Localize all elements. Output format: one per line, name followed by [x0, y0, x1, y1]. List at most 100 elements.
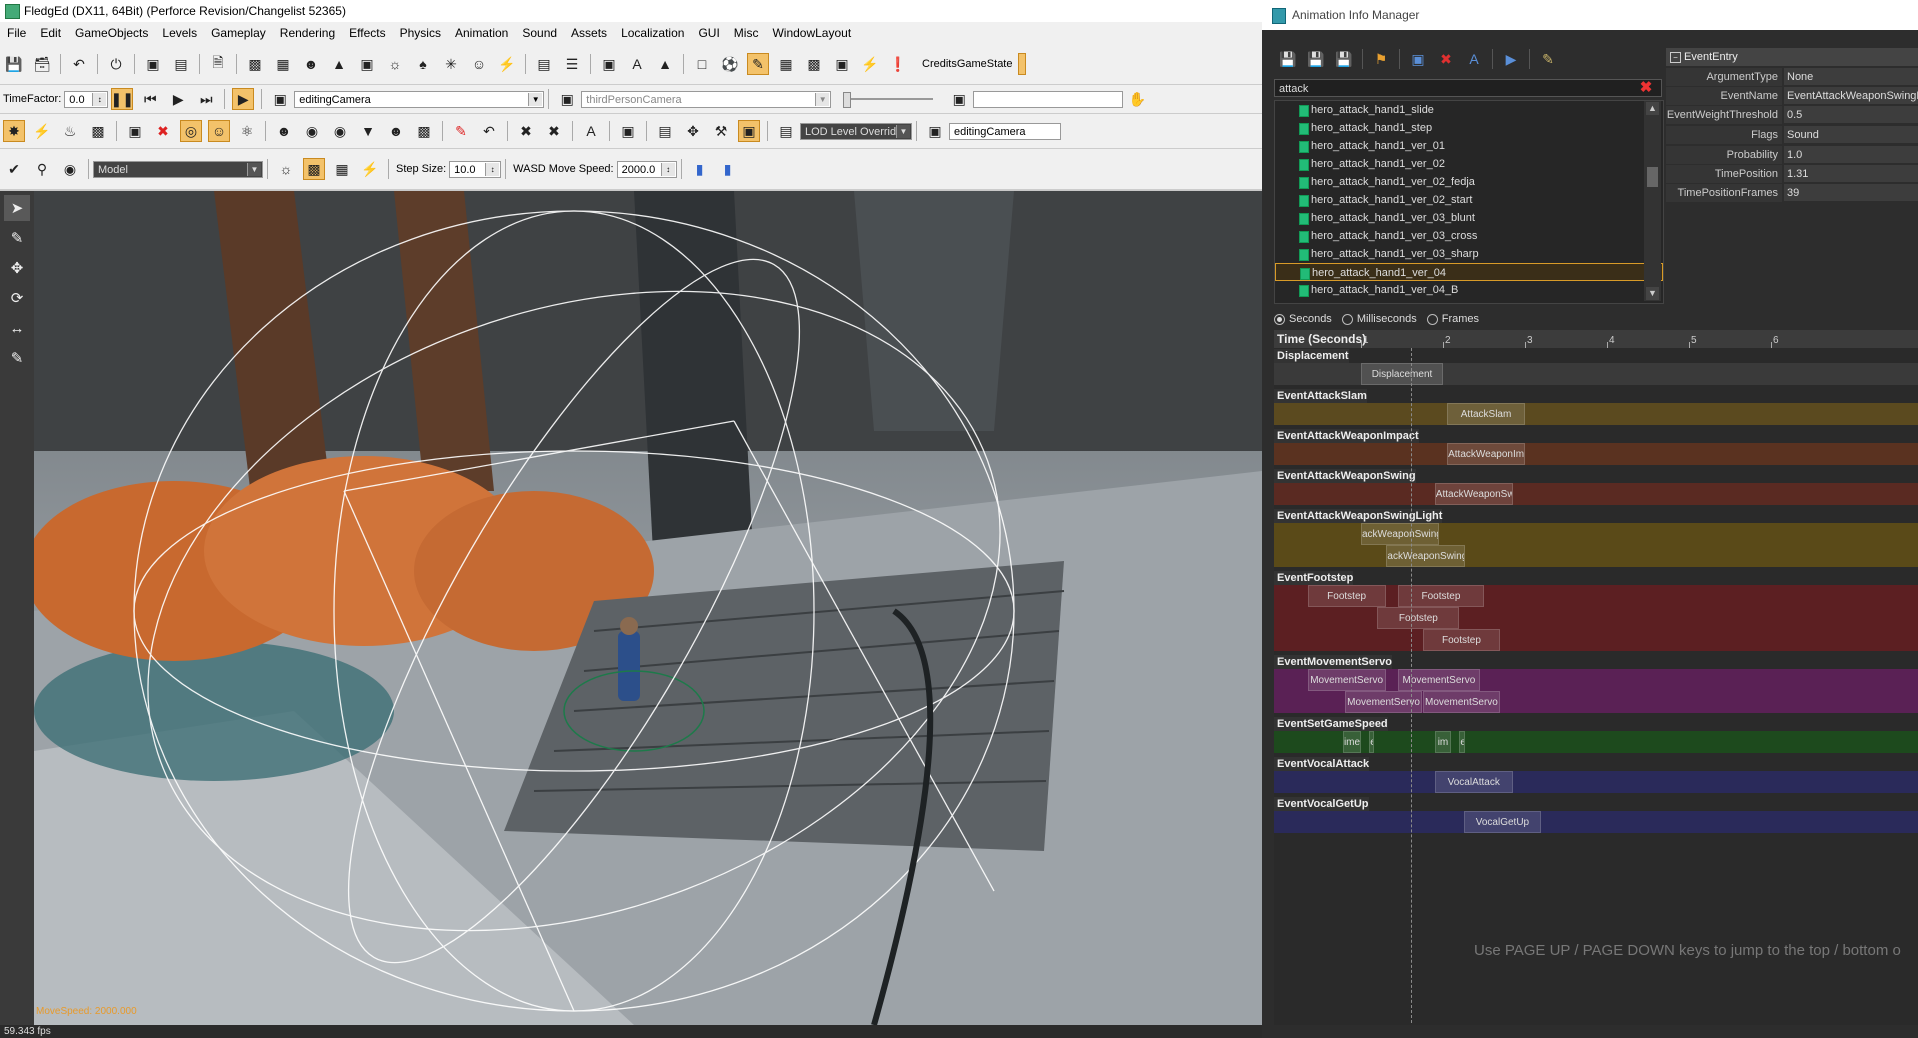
- spin-icon[interactable]: ↕: [485, 162, 500, 176]
- screenshot-path-field[interactable]: [973, 90, 1124, 108]
- list-item[interactable]: hero_attack_hand1_ver_04_B: [1275, 281, 1663, 299]
- brush-icon[interactable]: ✎: [4, 225, 30, 251]
- menu-assets[interactable]: Assets: [564, 22, 614, 44]
- font-icon[interactable]: A: [580, 120, 602, 142]
- track-row[interactable]: ackWeaponSwingLic: [1274, 545, 1918, 567]
- move-icon[interactable]: ✥: [682, 120, 704, 142]
- clear-search-icon[interactable]: ✖: [1638, 80, 1654, 96]
- timeline-event[interactable]: imeS: [1342, 731, 1361, 753]
- spin-icon[interactable]: ↕: [660, 162, 675, 176]
- list-item[interactable]: hero_attack_hand1_ver_03_blunt: [1275, 209, 1663, 227]
- list-item[interactable]: hero_attack_hand1_ver_01: [1275, 137, 1663, 155]
- timeline-event[interactable]: Footstep: [1377, 607, 1460, 629]
- monitor-icon[interactable]: ▤: [775, 120, 797, 142]
- fire-icon[interactable]: ♨: [59, 120, 81, 142]
- timeline-event[interactable]: Footstep: [1307, 585, 1386, 607]
- delete-icon[interactable]: ✖: [1435, 48, 1457, 70]
- slider-handle[interactable]: [843, 92, 852, 108]
- timeline-event[interactable]: VocalAttack: [1434, 771, 1513, 793]
- radio-seconds-label[interactable]: Seconds: [1289, 313, 1332, 325]
- move-icon[interactable]: ✥: [4, 255, 30, 281]
- fork-icon[interactable]: ⚛: [236, 120, 258, 142]
- menu-physics[interactable]: Physics: [393, 22, 448, 44]
- power-icon[interactable]: ⏻: [105, 53, 127, 75]
- timeline-event[interactable]: AttackWeaponImpac: [1447, 443, 1525, 465]
- pause-icon[interactable]: ❚❚: [111, 88, 134, 110]
- model-select[interactable]: Model ▼: [93, 160, 263, 178]
- grid-alt-icon[interactable]: ▩: [803, 53, 825, 75]
- snap-cube-icon[interactable]: ▩: [303, 158, 325, 180]
- mascot-icon[interactable]: ☺: [208, 120, 230, 142]
- debug-bug-icon[interactable]: ✸: [3, 120, 25, 142]
- list-item[interactable]: hero_attack_hand1_ver_02: [1275, 155, 1663, 173]
- timeline-event[interactable]: ackWeaponSwingLic: [1386, 545, 1466, 567]
- edit-icon[interactable]: ✎: [747, 53, 769, 75]
- step-size-field[interactable]: 10.0 ↕: [449, 160, 502, 178]
- property-value[interactable]: 1.0: [1784, 146, 1918, 163]
- credits-gamestate-label[interactable]: CreditsGameState: [922, 58, 1012, 70]
- save-all-icon[interactable]: 🗃: [31, 53, 53, 75]
- timeline-event[interactable]: im: [1434, 731, 1452, 753]
- timeline-event[interactable]: e: [1369, 731, 1375, 753]
- menu-rendering[interactable]: Rendering: [273, 22, 342, 44]
- spin-icon[interactable]: ↕: [92, 92, 107, 106]
- search-icon[interactable]: ⚲: [31, 158, 53, 180]
- hero-character[interactable]: [618, 631, 640, 701]
- timeline-event[interactable]: e: [1459, 731, 1466, 753]
- list-item[interactable]: hero_attack_hand1_ver_03_cross: [1275, 227, 1663, 245]
- list-item[interactable]: hero_attack_hand1_slide: [1275, 101, 1663, 119]
- filter-icon[interactable]: ▼: [357, 120, 379, 142]
- notes-icon[interactable]: ✎: [1537, 48, 1559, 70]
- property-value[interactable]: 0.5: [1784, 106, 1918, 123]
- menu-edit[interactable]: Edit: [33, 22, 68, 44]
- scale-icon[interactable]: ↔: [4, 315, 30, 341]
- bar-chart-icon[interactable]: ▮: [689, 158, 711, 180]
- burst-icon[interactable]: ✳: [440, 53, 462, 75]
- chevron-down-icon[interactable]: ▼: [896, 124, 910, 138]
- hand-icon[interactable]: ✋: [1126, 88, 1148, 110]
- timeline-event[interactable]: AttackWeaponSwing: [1434, 483, 1513, 505]
- wasd-speed-field[interactable]: 2000.0 ↕: [616, 160, 677, 178]
- track-row[interactable]: imeSeime: [1274, 731, 1918, 753]
- tools-icon[interactable]: ✖: [515, 120, 537, 142]
- gamepad-icon[interactable]: ▣: [738, 120, 760, 142]
- ball-icon[interactable]: ⚽: [719, 53, 741, 75]
- track-row[interactable]: Footstep Footstep: [1274, 585, 1918, 607]
- eye-icon[interactable]: ◉: [301, 120, 323, 142]
- menu-misc[interactable]: Misc: [727, 22, 766, 44]
- 3d-viewport[interactable]: [34, 191, 1262, 1025]
- paint-icon[interactable]: ✎: [4, 345, 30, 371]
- layers-icon[interactable]: ☰: [561, 53, 583, 75]
- select-arrow-icon[interactable]: ➤: [4, 195, 30, 221]
- lightning-alt-icon[interactable]: ⚡: [859, 53, 881, 75]
- list-item[interactable]: hero_attack_hand1_ver_02_fedja: [1275, 173, 1663, 191]
- close-icon[interactable]: ✖: [152, 120, 174, 142]
- camera-icon[interactable]: ▣: [556, 88, 578, 110]
- wrench-icon[interactable]: ⚒: [710, 120, 732, 142]
- scrollbar-thumb[interactable]: [1647, 167, 1658, 187]
- warning-icon[interactable]: ❗: [887, 53, 909, 75]
- mascot-icon[interactable]: ☺: [468, 53, 490, 75]
- scroll-up-icon[interactable]: ▲: [1646, 102, 1659, 115]
- track-row[interactable]: AttackWeaponSwing: [1274, 483, 1918, 505]
- menu-animation[interactable]: Animation: [448, 22, 515, 44]
- list-scrollbar[interactable]: ▲ ▼: [1644, 101, 1661, 301]
- menu-sound[interactable]: Sound: [515, 22, 564, 44]
- bell-icon[interactable]: ♠: [412, 53, 434, 75]
- timeline-event[interactable]: MovementServo: [1307, 669, 1386, 691]
- globe-icon[interactable]: ◎: [180, 120, 202, 142]
- track-row[interactable]: Displacement: [1274, 363, 1918, 385]
- bar-chart-alt-icon[interactable]: ▮: [717, 158, 739, 180]
- camera-icon[interactable]: ▣: [269, 88, 291, 110]
- animation-search-input[interactable]: attack: [1274, 79, 1662, 97]
- track-row[interactable]: ackWeaponSwingLig: [1274, 523, 1918, 545]
- list-item[interactable]: hero_attack_hand1_step: [1275, 119, 1663, 137]
- window-icon[interactable]: ▣: [142, 53, 164, 75]
- import-icon[interactable]: ⚑: [1370, 48, 1392, 70]
- animation-list[interactable]: hero_attack_hand1_slide hero_attack_hand…: [1274, 100, 1664, 304]
- chevron-down-icon[interactable]: ▼: [815, 92, 830, 106]
- track-row[interactable]: MovementServo MovementServo: [1274, 691, 1918, 713]
- property-value[interactable]: 39: [1784, 184, 1918, 201]
- property-value[interactable]: None: [1784, 68, 1918, 85]
- pipette-icon[interactable]: ✎: [450, 120, 472, 142]
